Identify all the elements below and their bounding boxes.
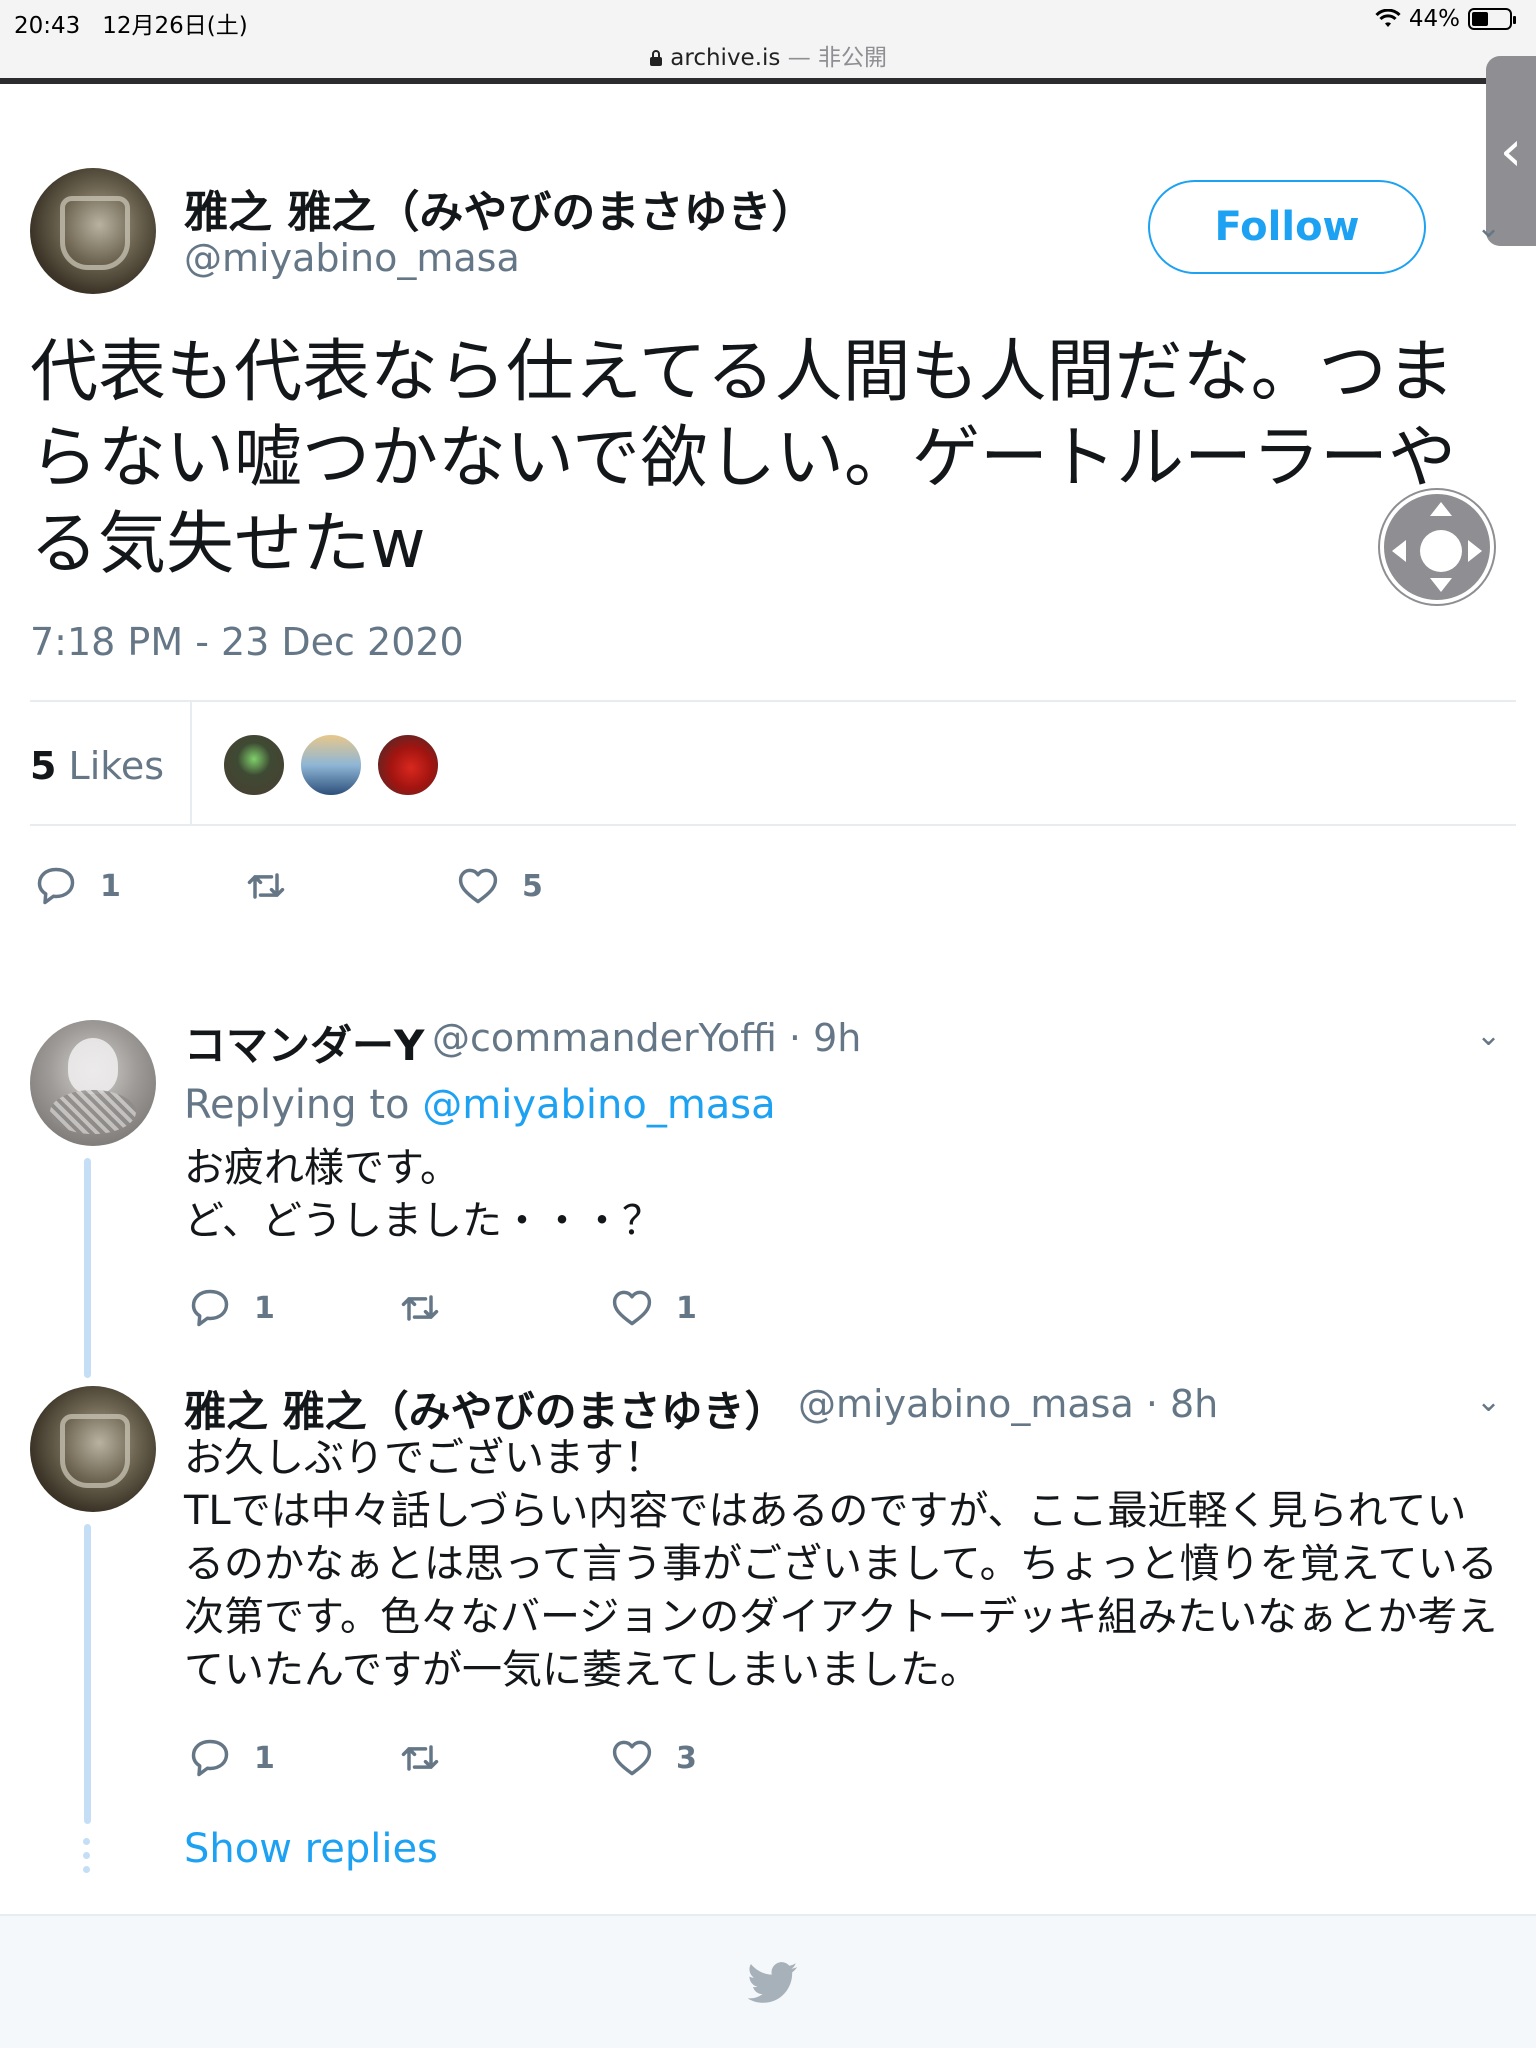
toolbar-divider [0,78,1536,84]
show-replies-link[interactable]: Show replies [184,1826,438,1872]
reply-icon [37,867,75,905]
reply-author-name[interactable]: 雅之 雅之（みやびのまさゆき） [184,1378,787,1439]
tweet-timestamp[interactable]: 7:18 PM - 23 Dec 2020 [30,620,464,664]
author-handle[interactable]: @miyabino_masa [184,236,520,280]
thread-line [84,1524,91,1824]
like-button[interactable]: 3 [610,1736,697,1780]
battery-icon [1468,8,1516,30]
reply-actions: 1 1 [188,1286,697,1330]
like-button[interactable]: 5 [456,864,543,908]
divider [30,824,1516,826]
retweet-icon [247,873,285,899]
retweet-icon [401,1745,439,1771]
reply-text: お久しぶりでございます！ TLでは中々話しづらい内容ではあるのですが、ここ最近軽… [184,1435,1498,1693]
avatar[interactable] [30,1020,156,1146]
reply-actions: 1 3 [188,1736,697,1780]
retweet-icon [401,1295,439,1321]
url-suffix: — 非公開 [787,45,888,71]
reply-author-meta[interactable]: @commanderYoffi · 9h [432,1016,861,1060]
twitter-bird-icon[interactable] [748,1962,798,2004]
url-domain: archive.is [670,45,781,71]
lock-icon [649,50,662,66]
replying-to-link[interactable]: @miyabino_masa [422,1082,775,1128]
heart-icon [458,868,498,904]
liker-avatar[interactable] [376,733,440,797]
replying-to: Replying to @miyabino_masa [184,1082,776,1128]
divider [190,702,192,826]
retweet-button[interactable] [398,1736,610,1780]
chevron-down-icon[interactable]: ⌄ [1476,1384,1501,1419]
status-bar: 20:43 12月26日(土) 44% archive.is — 非公開 [0,0,1536,84]
follow-button[interactable]: Follow [1148,180,1426,274]
heart-icon [612,1740,652,1776]
avatar[interactable] [30,1386,156,1512]
reply-button[interactable]: 1 [34,864,244,908]
liker-avatar[interactable] [222,733,286,797]
chevron-down-icon[interactable]: ⌄ [1476,1018,1501,1053]
url-bar[interactable]: archive.is — 非公開 [0,38,1536,72]
retweet-button[interactable] [398,1286,610,1330]
status-right: 44% [1375,6,1516,32]
author-name[interactable]: 雅之 雅之（みやびのまさゆき） [184,176,815,240]
move-control-icon[interactable] [1380,490,1494,604]
reply-text: お疲れ様です。 ど、どうしました・・・？ [184,1145,662,1244]
avatar[interactable] [30,168,156,294]
tweet-text: 代表も代表なら仕えてる人間も人間だな。つまらない嘘つかないで欲しい。ゲートルーラ… [30,333,1456,584]
chevron-down-icon[interactable]: ⌄ [1476,210,1501,245]
battery-percent: 44% [1408,6,1460,32]
reply-icon [191,1739,229,1777]
thread-line [84,1158,91,1378]
reply-button[interactable]: 1 [188,1286,398,1330]
likes-stat[interactable]: 5 Likes [30,744,164,788]
chevron-left-icon: ‹ [1499,118,1523,184]
status-time: 20:43 12月26日(土) [14,13,248,39]
reply-button[interactable]: 1 [188,1736,398,1780]
wifi-icon [1375,9,1401,27]
heart-icon [612,1290,652,1326]
reply-author-name[interactable]: コマンダーY [184,1012,424,1073]
reply-author-meta[interactable]: @miyabino_masa · 8h [798,1382,1218,1426]
thread-more-dots [83,1838,91,1880]
reply-icon [191,1289,229,1327]
tweet-actions: 1 5 [34,864,543,908]
divider [30,700,1516,702]
like-button[interactable]: 1 [610,1286,697,1330]
liker-avatar[interactable] [299,733,363,797]
retweet-button[interactable] [244,864,456,908]
